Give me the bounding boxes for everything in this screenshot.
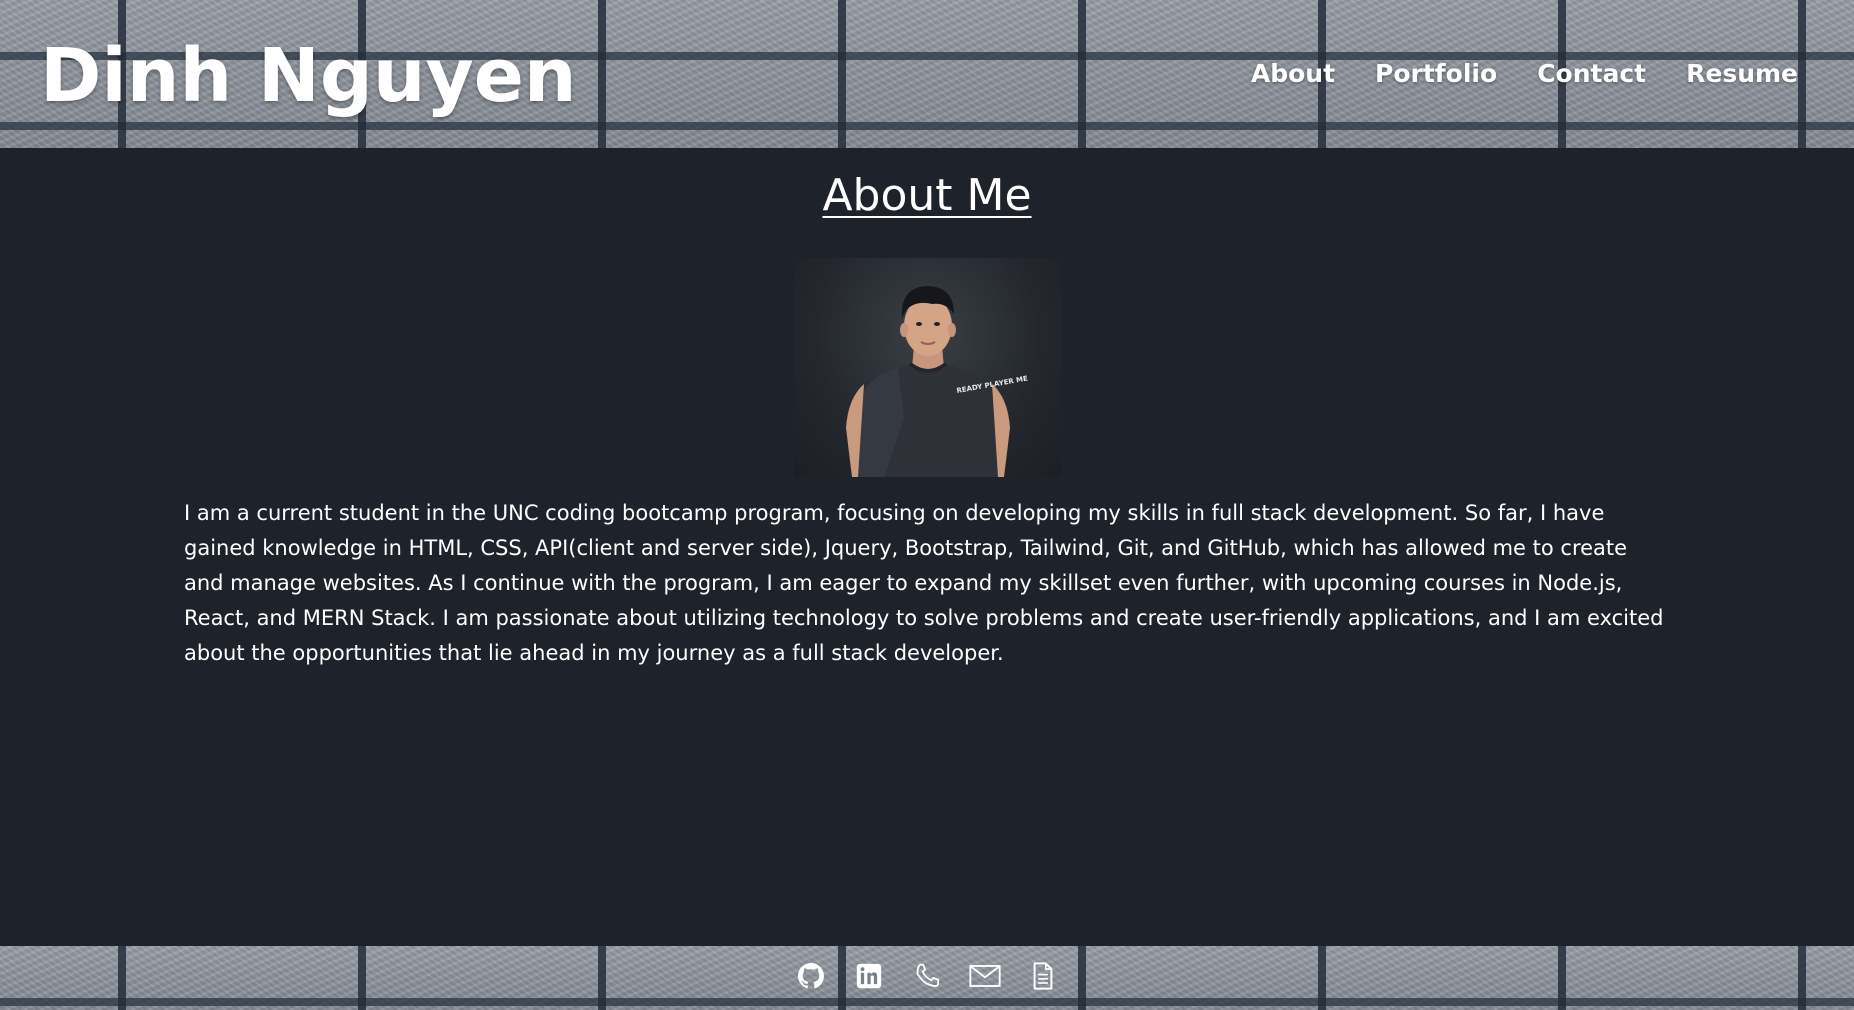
github-icon	[798, 963, 824, 989]
avatar-image: READY PLAYER ME	[794, 258, 1061, 477]
email-icon	[969, 965, 1001, 987]
social-links	[0, 959, 1854, 993]
main-nav: About Portfolio Contact Resume	[1251, 56, 1798, 92]
resume-document-icon	[1033, 962, 1053, 990]
nav-link-portfolio[interactable]: Portfolio	[1375, 56, 1497, 92]
nav-link-resume[interactable]: Resume	[1686, 56, 1798, 92]
nav-link-contact[interactable]: Contact	[1537, 56, 1646, 92]
section-title: About Me	[822, 170, 1032, 221]
bio-paragraph: I am a current student in the UNC coding…	[184, 501, 1664, 665]
resume-link[interactable]	[1027, 959, 1059, 993]
phone-icon	[916, 963, 940, 987]
about-section: About Me READY PLAYER ME I am a current …	[0, 148, 1854, 946]
github-link[interactable]	[795, 959, 827, 993]
avatar-illustration: READY PLAYER ME	[846, 286, 1029, 477]
site-footer	[0, 946, 1854, 1010]
email-link[interactable]	[969, 959, 1001, 993]
site-header: Dinh Nguyen About Portfolio Contact Resu…	[0, 0, 1854, 148]
site-title: Dinh Nguyen	[40, 33, 577, 119]
linkedin-icon	[856, 963, 882, 989]
phone-link[interactable]	[911, 959, 943, 993]
linkedin-link[interactable]	[853, 959, 885, 993]
nav-link-about[interactable]: About	[1251, 56, 1335, 92]
